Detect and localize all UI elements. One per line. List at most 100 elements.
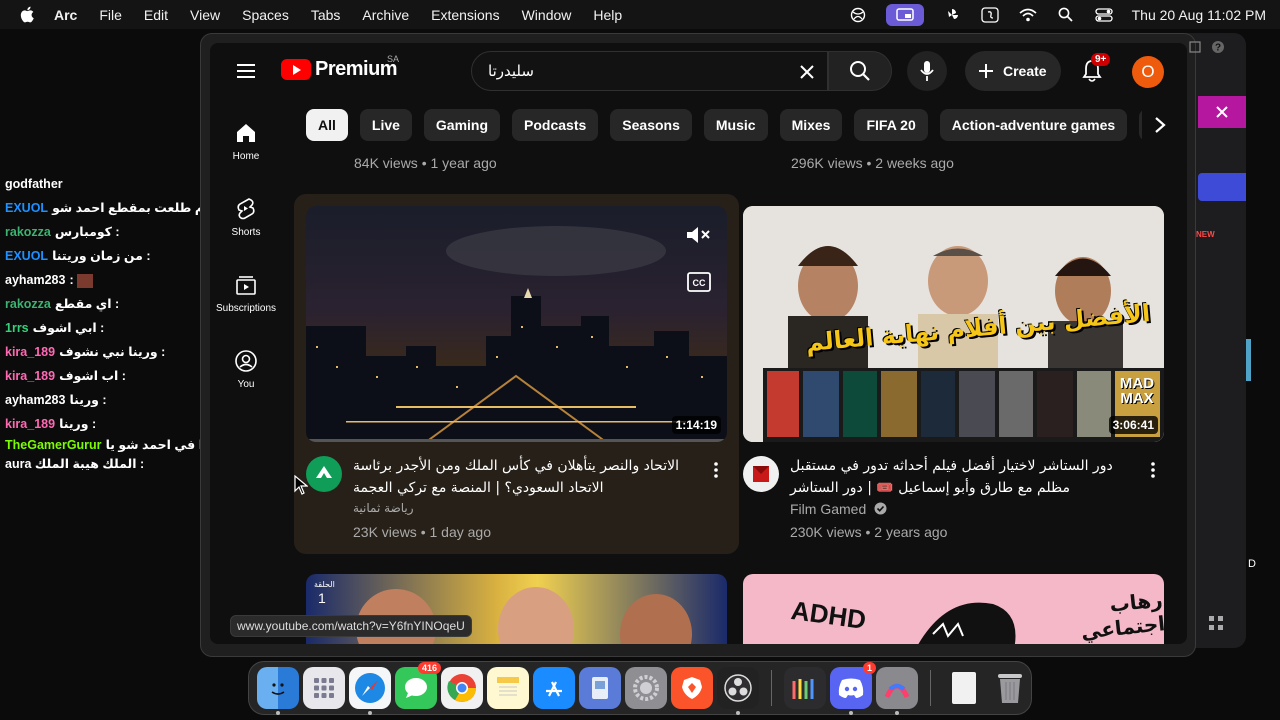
system-settings-icon[interactable] bbox=[625, 667, 667, 709]
video-thumbnail[interactable]: CC 1:14:19 bbox=[306, 206, 727, 442]
mini-guide: Home Shorts Subscriptions You bbox=[214, 107, 278, 411]
channel-name[interactable]: رياضة ثمانية bbox=[353, 501, 414, 515]
control-center-icon[interactable] bbox=[1094, 5, 1114, 25]
microphone-icon bbox=[920, 61, 934, 81]
video-thumbnail[interactable]: ADHD رهاب اجتماعي bbox=[743, 574, 1164, 644]
menu-file[interactable]: File bbox=[99, 7, 122, 23]
chip-live[interactable]: Live bbox=[359, 109, 412, 141]
channel-name-row: Film Gamed bbox=[790, 501, 887, 518]
messages-icon[interactable]: 416 bbox=[395, 662, 441, 709]
chip-gaming[interactable]: Gaming bbox=[423, 109, 501, 141]
safari-icon[interactable] bbox=[349, 667, 391, 715]
menu-window[interactable]: Window bbox=[522, 7, 572, 23]
photo-booth-icon[interactable] bbox=[784, 667, 826, 709]
guide-item-you[interactable]: You bbox=[214, 335, 278, 411]
panel-icon[interactable] bbox=[1189, 40, 1201, 59]
youtube-premium-logo[interactable]: Premium SA bbox=[281, 54, 399, 81]
discord-icon[interactable]: 1 bbox=[830, 662, 876, 715]
video-card[interactable]: CC 1:14:19 الاتحاد والنصر يتأهلان في كأس… bbox=[294, 194, 739, 554]
app-store-icon[interactable] bbox=[533, 667, 575, 709]
closed-captions-icon[interactable]: CC bbox=[687, 272, 711, 297]
brave-icon[interactable] bbox=[671, 667, 713, 709]
preview-progress-track bbox=[306, 439, 727, 442]
create-button[interactable]: Create bbox=[965, 51, 1061, 91]
video-title[interactable]: دور الستاشر لاختيار أفضل فيلم أحداثه تدو… bbox=[790, 455, 1130, 499]
notes-icon[interactable] bbox=[487, 667, 529, 709]
menu-app-name[interactable]: Arc bbox=[54, 7, 77, 23]
wifi-icon[interactable] bbox=[1018, 5, 1038, 25]
window-controls: ? bbox=[1189, 40, 1225, 59]
mouse-cursor-icon bbox=[294, 474, 309, 500]
chip-music[interactable]: Music bbox=[703, 109, 768, 141]
menu-edit[interactable]: Edit bbox=[144, 7, 168, 23]
chip-mixes[interactable]: Mixes bbox=[779, 109, 843, 141]
search-input[interactable] bbox=[488, 62, 778, 80]
channel-avatar[interactable] bbox=[306, 456, 342, 492]
sidebar-active-item[interactable] bbox=[1198, 173, 1246, 201]
launchpad-icon[interactable] bbox=[303, 667, 345, 709]
arc-icon[interactable] bbox=[876, 667, 918, 715]
chip-all[interactable]: All bbox=[306, 109, 348, 141]
create-label: Create bbox=[1003, 63, 1047, 79]
guide-item-shorts[interactable]: Shorts bbox=[214, 183, 278, 259]
messages-badge: 416 bbox=[417, 662, 441, 674]
menu-archive[interactable]: Archive bbox=[362, 7, 409, 23]
more-actions-icon[interactable] bbox=[1143, 458, 1163, 482]
close-icon[interactable] bbox=[1198, 96, 1246, 128]
chat-username: TheGamerGurur bbox=[5, 438, 102, 452]
chrome-icon[interactable] bbox=[441, 667, 483, 709]
home-icon bbox=[237, 124, 255, 142]
clear-search-icon[interactable] bbox=[793, 58, 821, 86]
chat-username: ayham283 bbox=[5, 393, 66, 407]
chat-message: : bbox=[69, 273, 74, 287]
video-title[interactable]: الاتحاد والنصر يتأهلان في كأس الملك ومن … bbox=[353, 455, 693, 499]
screen-share-icon[interactable] bbox=[885, 3, 924, 26]
spotlight-search-icon[interactable] bbox=[1056, 5, 1076, 25]
finder-icon[interactable] bbox=[257, 667, 299, 715]
guide-label: Shorts bbox=[231, 227, 261, 238]
trash-icon[interactable] bbox=[989, 667, 1031, 709]
arabic-input-icon[interactable] bbox=[980, 5, 1000, 25]
chat-message: ورينا نبي نشوف : bbox=[59, 345, 166, 359]
chip-fifa-20[interactable]: FIFA 20 bbox=[854, 109, 928, 141]
menu-extensions[interactable]: Extensions bbox=[431, 7, 499, 23]
search-box bbox=[471, 51, 828, 91]
chips-next-button[interactable] bbox=[1142, 109, 1178, 141]
channel-avatar[interactable] bbox=[743, 456, 779, 492]
notifications-button[interactable]: 9+ bbox=[1076, 53, 1111, 87]
more-actions-icon[interactable] bbox=[706, 458, 726, 482]
video-card[interactable]: الأفضل بين أفلام نهاية العالم MAD MAX 3:… bbox=[743, 194, 1187, 554]
guide-menu-icon[interactable] bbox=[234, 59, 258, 83]
video-thumbnail[interactable]: الأفضل بين أفلام نهاية العالم MAD MAX 3:… bbox=[743, 206, 1164, 442]
chip-action-adventure[interactable]: Action-adventure games bbox=[939, 109, 1128, 141]
channel-name[interactable]: Film Gamed bbox=[790, 501, 866, 517]
account-avatar[interactable]: O bbox=[1132, 56, 1164, 88]
voice-search-button[interactable] bbox=[907, 51, 947, 91]
mute-icon[interactable] bbox=[685, 224, 711, 251]
verified-icon bbox=[874, 502, 887, 518]
guide-item-home[interactable]: Home bbox=[214, 107, 278, 183]
chat-username: EXUOL bbox=[5, 249, 49, 263]
chat-message: كومبارس : bbox=[54, 225, 120, 239]
menu-spaces[interactable]: Spaces bbox=[242, 7, 289, 23]
thamanyah-logo-icon bbox=[316, 466, 332, 478]
obs-icon[interactable] bbox=[717, 667, 759, 715]
apps-grid-icon[interactable] bbox=[1208, 615, 1224, 636]
chip-seasons[interactable]: Seasons bbox=[610, 109, 692, 141]
menu-view[interactable]: View bbox=[190, 7, 220, 23]
chat-username: 1rrs bbox=[5, 321, 29, 335]
menubar-clock[interactable]: Thu 20 Aug 11:02 PM bbox=[1132, 7, 1266, 23]
chat-username: rakozza bbox=[5, 225, 51, 239]
link-preview-url: www.youtube.com/watch?v=Y6fnYINOqeU bbox=[230, 615, 472, 637]
menu-tabs[interactable]: Tabs bbox=[311, 7, 341, 23]
menu-help[interactable]: Help bbox=[593, 7, 622, 23]
status-globe-icon[interactable] bbox=[848, 5, 868, 25]
help-icon[interactable]: ? bbox=[1211, 40, 1225, 59]
guide-item-subscriptions[interactable]: Subscriptions bbox=[214, 259, 278, 335]
apple-logo-icon[interactable] bbox=[16, 4, 38, 26]
preview-icon[interactable] bbox=[579, 667, 621, 709]
pinwheel-icon[interactable] bbox=[942, 5, 962, 25]
search-button[interactable] bbox=[828, 51, 892, 91]
chip-podcasts[interactable]: Podcasts bbox=[512, 109, 599, 141]
documents-stack-icon[interactable] bbox=[943, 667, 985, 709]
